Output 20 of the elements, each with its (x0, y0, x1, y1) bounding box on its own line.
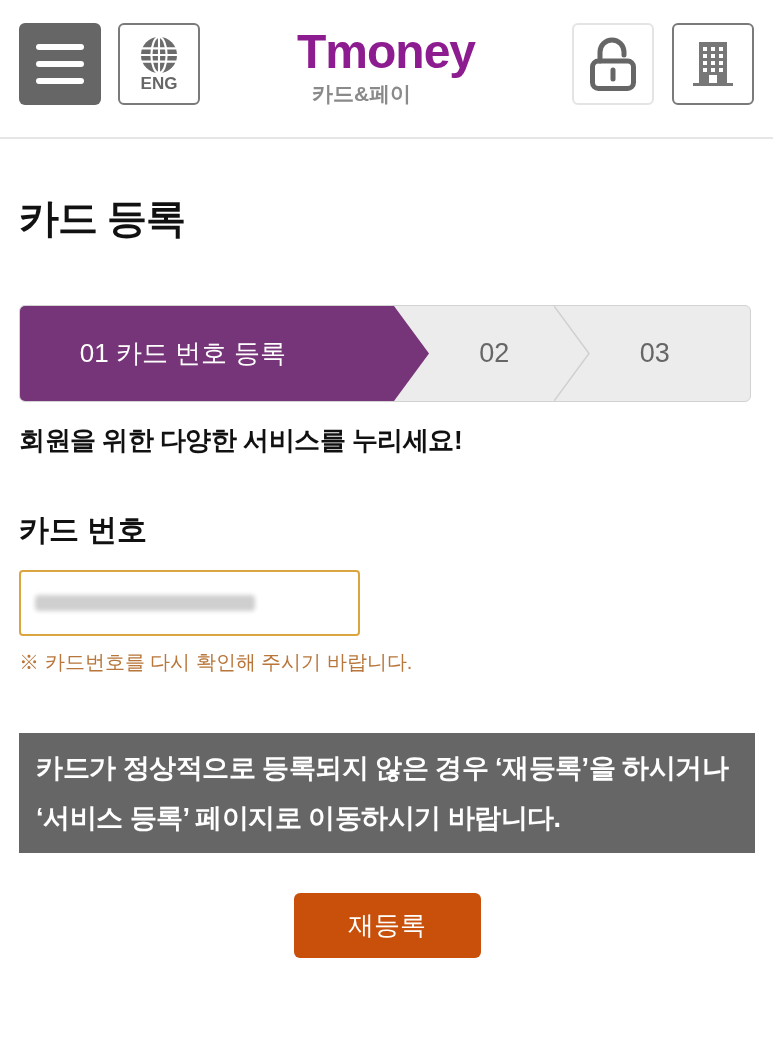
language-button[interactable]: ENG (118, 23, 200, 105)
globe-icon (140, 35, 178, 74)
logo-subtitle: 카드&페이 (312, 81, 412, 107)
progress-step: 01 카드 번호 등록 (20, 306, 429, 401)
building-icon (693, 42, 733, 86)
logo-wordmark: Tmoney (297, 27, 475, 77)
hint-text: ※ 카드번호를 다시 확인해 주시기 바랍니다. (19, 650, 414, 675)
progress-step: 03 (589, 306, 750, 401)
menu-icon (36, 44, 84, 84)
login-button[interactable] (572, 23, 654, 105)
lock-icon (589, 37, 637, 91)
progress-step: 02 (429, 306, 590, 401)
notice-banner: 카드가 정상적으로 등록되지 않은 경우 ‘재등록’을 하시거나 ‘서비스 등록’ 페이지로 이동하시기 바랍니다. (19, 733, 755, 853)
menu-button[interactable] (19, 23, 101, 105)
card-number-field[interactable] (19, 570, 360, 636)
page-title: 카드 등록 (19, 195, 187, 242)
building-button[interactable] (672, 23, 754, 105)
re-register-button[interactable]: 재등록 (293, 893, 481, 958)
tagline-text: 회원을 위한 다양한 서비스를 누리세요! (19, 424, 464, 457)
field-label: 카드 번호 (19, 512, 149, 548)
